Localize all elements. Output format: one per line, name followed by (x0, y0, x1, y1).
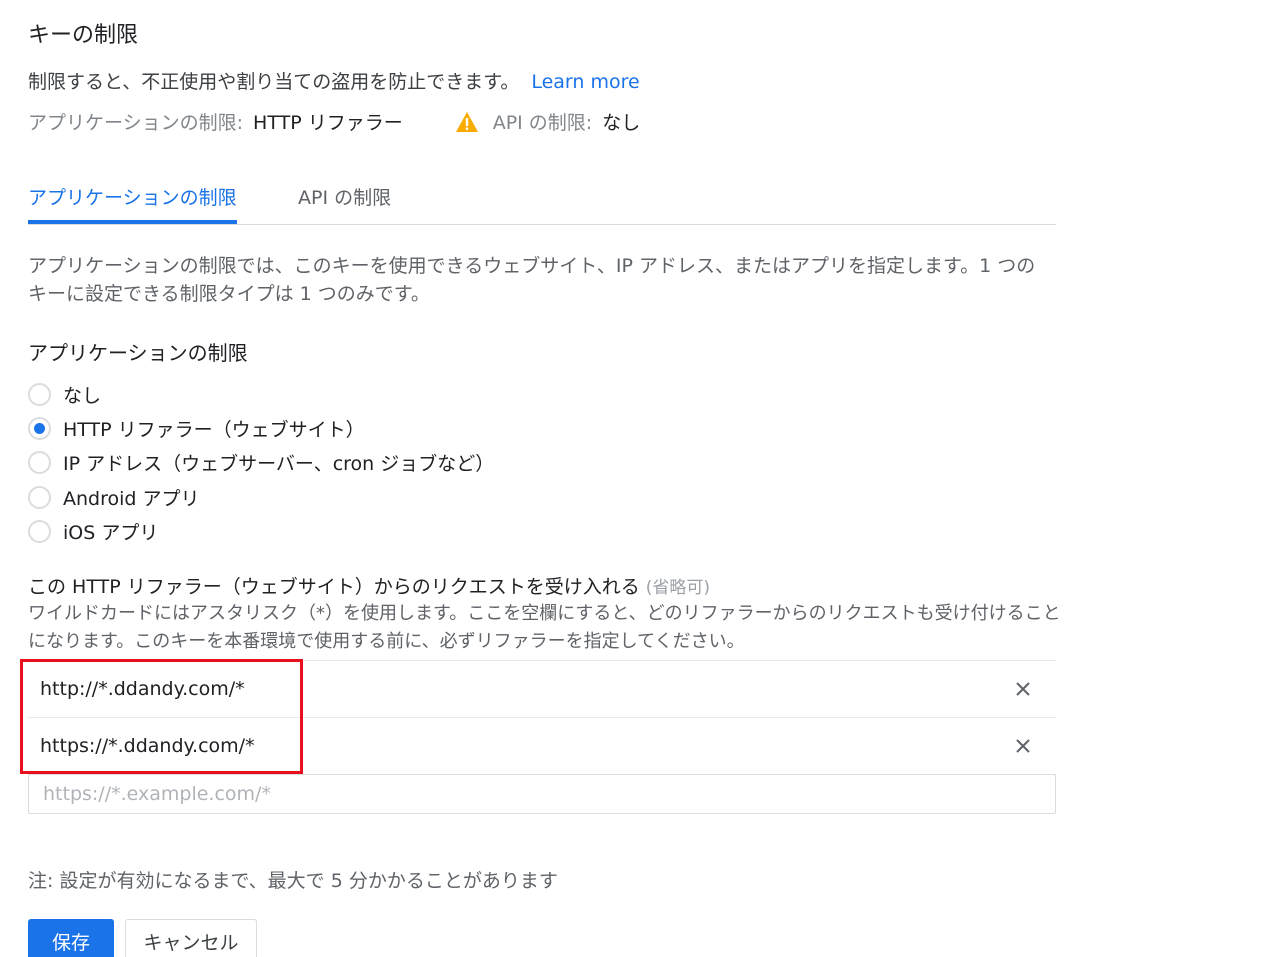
learn-more-link[interactable]: Learn more (531, 71, 639, 93)
radio-label: なし (63, 384, 102, 407)
app-restrictions-heading: アプリケーションの制限 (28, 341, 248, 365)
app-restriction-value: HTTP リファラー (253, 112, 403, 134)
api-restriction-label: API の制限: (492, 112, 593, 134)
referrers-title: この HTTP リファラー（ウェブサイト）からのリクエストを受け入れる (28, 576, 640, 598)
page-title: キーの制限 (28, 23, 139, 48)
referrers-help: ワイルドカードにはアスタリスク（*）を使用します。ここを空欄にすると、どのリファ… (28, 603, 1061, 652)
radio-button-checked[interactable] (28, 416, 51, 440)
api-restriction-value: なし (602, 112, 641, 134)
radio-button[interactable] (28, 485, 51, 509)
propagation-note: 注: 設定が有効になるまで、最大で 5 分かかることがあります (28, 870, 558, 892)
restriction-tabs: アプリケーションの制限 API の制限 (28, 180, 1056, 225)
app-restrictions-description: アプリケーションの制限では、このキーを使用できるウェブサイト、IP アドレス、ま… (28, 255, 1036, 305)
warning-icon (455, 111, 479, 133)
app-restriction-label: アプリケーションの制限: (28, 112, 244, 134)
description-text: 制限すると、不正使用や割り当ての盗用を防止できます。 (28, 71, 520, 93)
close-icon[interactable] (1012, 678, 1034, 700)
radio-option-android[interactable]: Android アプリ (28, 482, 200, 512)
radio-button[interactable] (28, 382, 51, 406)
cancel-button[interactable]: キャンセル (125, 919, 257, 957)
radio-label: IP アドレス（ウェブサーバー、cron ジョブなど） (63, 452, 495, 475)
radio-label: Android アプリ (63, 487, 200, 510)
radio-button[interactable] (28, 450, 51, 474)
radio-label: HTTP リファラー（ウェブサイト） (63, 418, 365, 441)
close-icon[interactable] (1012, 735, 1034, 757)
new-referrer-input[interactable] (28, 774, 1056, 814)
radio-option-none[interactable]: なし (28, 379, 101, 409)
tab-api-restrictions[interactable]: API の制限 (298, 183, 391, 210)
referrers-heading: この HTTP リファラー（ウェブサイト）からのリクエストを受け入れる (省略可) (28, 572, 710, 599)
optional-label: (省略可) (645, 578, 710, 598)
radio-option-ip-address[interactable]: IP アドレス（ウェブサーバー、cron ジョブなど） (28, 447, 494, 477)
radio-option-http-referrer[interactable]: HTTP リファラー（ウェブサイト） (28, 413, 365, 443)
restriction-summary: アプリケーションの制限: HTTP リファラー API の制限: なし (28, 108, 640, 135)
radio-label: iOS アプリ (63, 521, 159, 544)
radio-button[interactable] (28, 519, 51, 543)
save-button[interactable]: 保存 (28, 919, 114, 957)
tab-application-restrictions[interactable]: アプリケーションの制限 (28, 183, 237, 224)
highlight-box (20, 659, 303, 774)
page-description: 制限すると、不正使用や割り当ての盗用を防止できます。 Learn more (28, 67, 640, 94)
radio-option-ios[interactable]: iOS アプリ (28, 516, 158, 546)
